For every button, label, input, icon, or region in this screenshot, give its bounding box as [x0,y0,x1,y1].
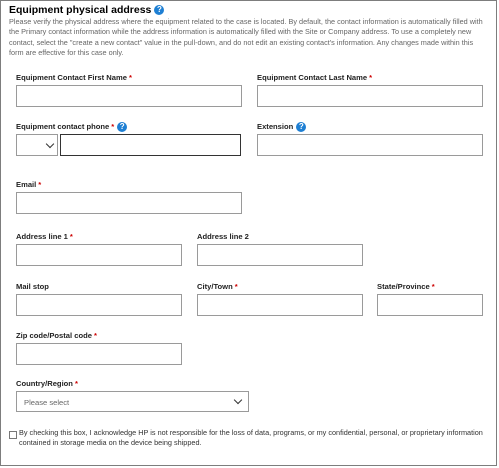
zip-input[interactable] [16,343,182,365]
phone-input[interactable] [60,134,241,156]
required-marker: * [128,73,132,82]
address2-label: Address line 2 [197,232,249,241]
extension-input[interactable] [257,134,483,156]
city-input[interactable] [197,294,363,316]
help-icon[interactable]: ? [154,5,165,16]
address1-input[interactable] [16,244,182,266]
required-marker: * [234,282,238,291]
email-input[interactable] [16,192,242,214]
disclaimer-checkbox[interactable] [9,431,17,439]
required-marker: * [111,122,115,131]
required-marker: * [74,379,78,388]
phone-country-select[interactable] [16,134,58,156]
required-marker: * [369,73,373,82]
zip-label: Zip code/Postal code * [16,331,97,340]
state-input[interactable] [377,294,483,316]
first-name-input[interactable] [16,85,242,107]
mail-stop-label: Mail stop [16,282,49,291]
phone-label: Equipment contact phone *? [16,122,128,132]
section-header: Equipment physical address? [9,4,165,16]
required-marker: * [431,282,435,291]
first-name-label: Equipment Contact First Name * [16,73,132,82]
country-select-value: Please select [24,398,70,407]
help-icon[interactable]: ? [117,122,128,132]
chevron-down-icon [233,395,243,405]
state-label: State/Province * [377,282,435,291]
address1-label: Address line 1 * [16,232,73,241]
chevron-down-icon [45,139,55,149]
last-name-input[interactable] [257,85,483,107]
country-label: Country/Region * [16,379,78,388]
required-marker: * [93,331,97,340]
section-title: Equipment physical address [9,4,152,16]
country-select[interactable]: Please select [16,391,249,412]
last-name-label: Equipment Contact Last Name * [257,73,373,82]
required-marker: * [38,180,42,189]
help-icon[interactable]: ? [296,122,307,132]
extension-label: Extension? [257,122,307,132]
required-marker: * [69,232,73,241]
city-label: City/Town * [197,282,238,291]
address2-input[interactable] [197,244,363,266]
section-intro: Please verify the physical address where… [9,17,483,57]
mail-stop-input[interactable] [16,294,182,316]
disclaimer-text: By checking this box, I acknowledge HP i… [19,428,483,448]
email-label: Email * [16,180,42,189]
